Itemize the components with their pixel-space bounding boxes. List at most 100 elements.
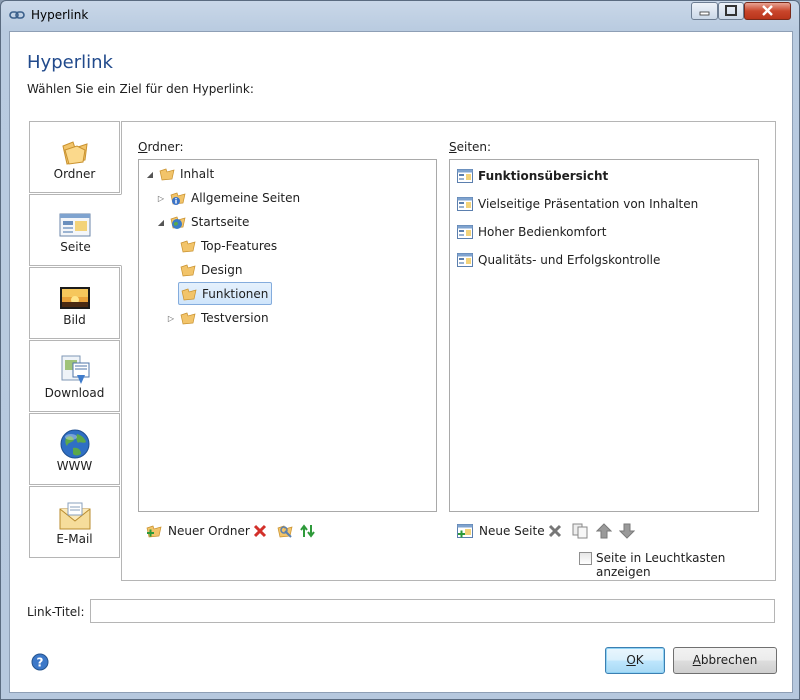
page-item-label: Hoher Bedienkomfort <box>478 225 607 239</box>
cancel-label: bbrechen <box>700 653 758 667</box>
folders-label: Ordner: <box>138 140 184 154</box>
new-folder-icon <box>146 525 162 538</box>
tree-item-startseite[interactable]: ◢ Startseite <box>156 211 249 233</box>
tab-www-label: WWW <box>56 459 93 473</box>
lightbox-checkbox-label[interactable]: Seite in Leuchtkasten anzeigen <box>596 551 775 579</box>
page-icon <box>457 225 473 239</box>
list-item-page[interactable]: Vielseitige Präsentation von Inhalten <box>457 193 698 215</box>
new-page-button[interactable]: Neue Seite <box>457 523 545 539</box>
move-down-icon[interactable] <box>619 523 635 539</box>
page-icon <box>59 213 91 237</box>
collapsed-arrow-icon[interactable]: ▷ <box>156 194 166 203</box>
window-title: Hyperlink <box>31 8 89 22</box>
tab-download[interactable]: Download <box>29 340 120 412</box>
tree-item-label: Top-Features <box>201 239 278 253</box>
new-page-icon <box>457 524 473 538</box>
folder-icon <box>181 288 197 300</box>
pages-label: Seiten: <box>449 140 491 154</box>
help-icon[interactable]: ? <box>31 653 49 671</box>
tree-item-label: Design <box>201 263 243 277</box>
pages-label-text: eiten: <box>456 140 492 154</box>
tree-item-funktionen[interactable]: Funktionen <box>178 282 273 305</box>
svg-text:?: ? <box>37 656 44 670</box>
dialog-body: Hyperlink Wählen Sie ein Ziel für den Hy… <box>9 31 793 693</box>
list-item-page[interactable]: Funktionsübersicht <box>457 165 608 187</box>
dialog-window: Hyperlink Hyperlink Wählen Sie ein Ziel … <box>0 0 800 700</box>
ok-label: K <box>635 653 644 667</box>
page-icon <box>457 169 473 183</box>
delete-folder-icon[interactable] <box>252 523 268 539</box>
tree-item-inhalt[interactable]: ◢ Inhalt <box>145 163 214 185</box>
new-folder-label: Neuer Ordner <box>168 524 250 538</box>
tree-item-top-features[interactable]: Top-Features <box>180 235 277 257</box>
expanded-arrow-icon[interactable]: ◢ <box>145 170 155 179</box>
link-title-label: Link-Titel: <box>27 605 85 619</box>
new-folder-button[interactable]: Neuer Ordner <box>146 523 250 539</box>
tab-email[interactable]: E-Mail <box>29 486 120 558</box>
close-button[interactable] <box>744 2 791 20</box>
tab-download-label: Download <box>44 386 105 400</box>
image-icon <box>60 287 90 309</box>
dialog-instructions: Wählen Sie ein Ziel für den Hyperlink: <box>27 82 254 96</box>
info-folder-icon <box>170 192 186 205</box>
tab-www[interactable]: WWW <box>29 413 120 485</box>
move-up-icon[interactable] <box>596 523 612 539</box>
lightbox-checkbox[interactable] <box>579 552 592 565</box>
folder-tree[interactable]: ◢ Inhalt ▷ Allgemeine Seiten ◢ Startseit… <box>138 159 437 512</box>
cancel-button[interactable]: Abbrechen <box>673 647 777 674</box>
delete-page-icon[interactable] <box>547 523 563 539</box>
tree-item-label: Testversion <box>201 311 269 325</box>
folder-properties-icon[interactable] <box>277 523 293 539</box>
list-item-page[interactable]: Hoher Bedienkomfort <box>457 221 606 243</box>
folder-icon <box>180 240 196 253</box>
pages-label-accesskey: S <box>449 140 457 154</box>
hyperlink-icon <box>9 11 25 19</box>
home-folder-icon <box>170 216 186 229</box>
tree-item-label: Startseite <box>191 215 250 229</box>
maximize-button[interactable] <box>718 2 744 20</box>
link-title-input[interactable] <box>90 599 775 623</box>
page-item-label: Vielseitige Präsentation von Inhalten <box>478 197 699 211</box>
collapsed-arrow-icon[interactable]: ▷ <box>166 314 176 323</box>
ok-button[interactable]: OK <box>605 647 665 674</box>
tab-seite[interactable]: Seite <box>29 194 122 266</box>
tree-item-label: Allgemeine Seiten <box>191 191 301 205</box>
download-icon <box>61 355 90 384</box>
new-page-label: Neue Seite <box>479 524 545 538</box>
tab-email-label: E-Mail <box>56 532 93 546</box>
folder-icon <box>180 264 196 277</box>
tree-item-design[interactable]: Design <box>180 259 242 281</box>
envelope-icon <box>59 502 91 530</box>
tab-seite-label: Seite <box>60 240 91 254</box>
folder-icon <box>62 141 88 165</box>
folders-label-text: rdner: <box>147 140 184 154</box>
tree-item-label: Funktionen <box>202 286 269 301</box>
page-item-label: Funktionsübersicht <box>478 169 609 183</box>
pages-list[interactable]: Funktionsübersicht Vielseitige Präsentat… <box>449 159 759 512</box>
maximize-icon <box>725 5 737 16</box>
sort-arrows-icon[interactable] <box>300 523 316 539</box>
minimize-button[interactable] <box>691 2 718 20</box>
cancel-accesskey: A <box>692 653 701 667</box>
page-icon <box>457 197 473 211</box>
tree-item-label: Inhalt <box>180 167 215 181</box>
tree-item-allgemeine-seiten[interactable]: ▷ Allgemeine Seiten <box>156 187 300 209</box>
minimize-icon <box>699 11 710 16</box>
tab-bild[interactable]: Bild <box>29 267 120 339</box>
copy-page-icon[interactable] <box>572 523 588 539</box>
dialog-heading: Hyperlink <box>27 52 113 73</box>
tab-ordner[interactable]: Ordner <box>29 121 120 193</box>
page-item-label: Qualitäts- und Erfolgskontrolle <box>478 253 661 267</box>
folder-icon <box>180 312 196 325</box>
title-bar[interactable]: Hyperlink <box>1 1 799 29</box>
tab-ordner-label: Ordner <box>53 167 96 181</box>
globe-icon <box>60 429 90 459</box>
tab-panel-seite: Ordner: ◢ Inhalt ▷ Allgemeine Seiten ◢ S… <box>121 121 776 581</box>
expanded-arrow-icon[interactable]: ◢ <box>156 218 166 227</box>
close-icon <box>762 5 773 16</box>
tab-bild-label: Bild <box>63 313 86 327</box>
tree-item-testversion[interactable]: ▷ Testversion <box>166 307 269 329</box>
list-item-page[interactable]: Qualitäts- und Erfolgskontrolle <box>457 249 660 271</box>
ok-accesskey: O <box>626 653 636 667</box>
folder-icon <box>159 168 175 181</box>
